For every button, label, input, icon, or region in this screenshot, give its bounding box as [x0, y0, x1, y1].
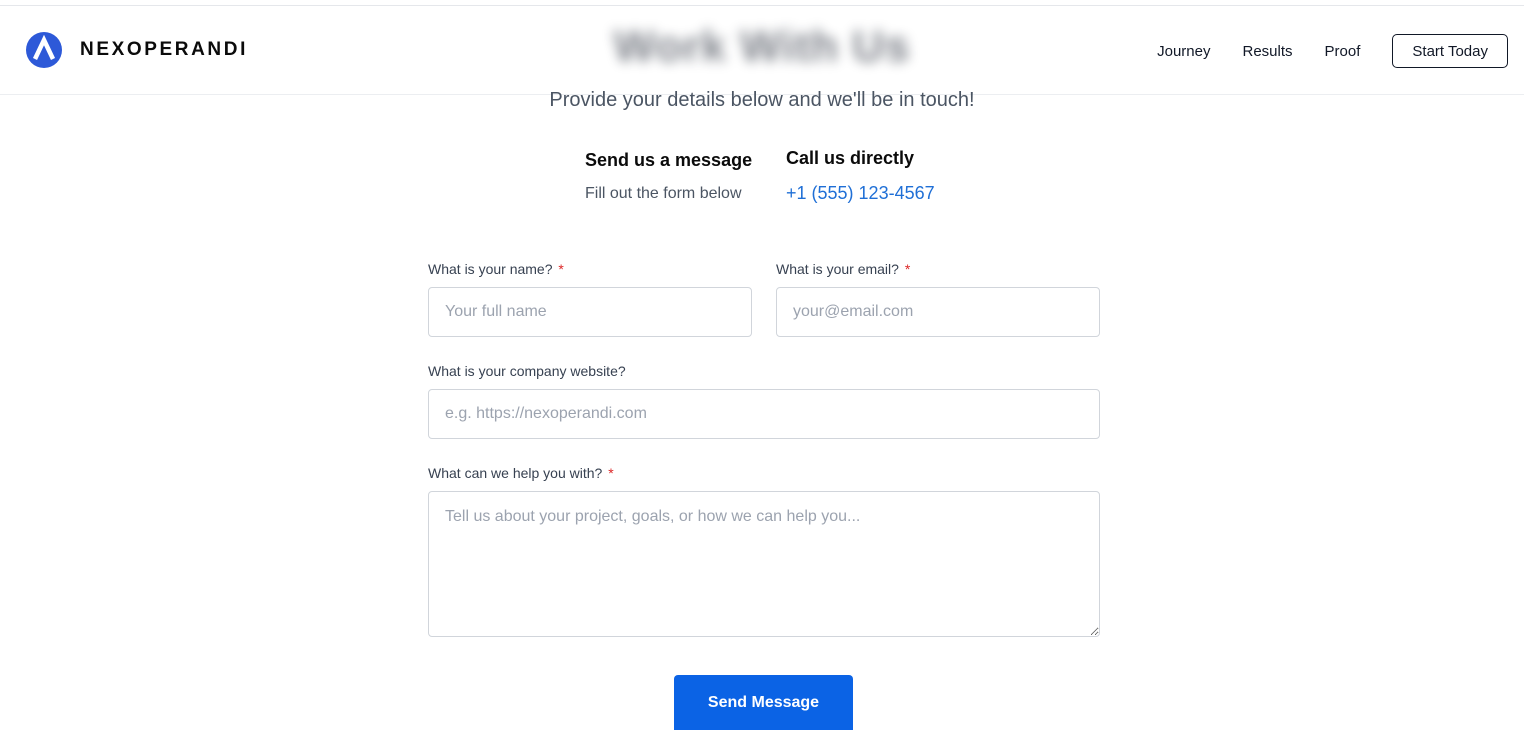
phone-link[interactable]: +1 (555) 123-4567	[786, 183, 956, 204]
site-header: NEXOPERANDI Journey Results Proof Start …	[0, 6, 1524, 95]
message-subtext: Fill out the form below	[585, 185, 742, 202]
website-label: What is your company website?	[428, 363, 626, 379]
required-marker: *	[558, 261, 564, 277]
name-label-text: What is your name?	[428, 261, 553, 277]
name-label: What is your name? *	[428, 261, 564, 277]
help-textarea[interactable]	[428, 491, 1100, 637]
nav-link-results[interactable]: Results	[1243, 43, 1293, 60]
help-label: What can we help you with? *	[428, 465, 614, 481]
call-title: Call us directly	[786, 148, 915, 168]
message-title: Send us a message	[585, 150, 753, 170]
email-label: What is your email? *	[776, 261, 910, 277]
brand-name: NEXOPERANDI	[80, 39, 248, 60]
nexoperandi-logo-icon	[26, 32, 62, 68]
brand[interactable]: NEXOPERANDI	[26, 32, 248, 68]
main-nav: Journey Results Proof Start Today	[1157, 34, 1508, 68]
send-message-button[interactable]: Send Message	[674, 675, 853, 730]
help-label-text: What can we help you with?	[428, 465, 603, 481]
name-input[interactable]	[428, 287, 752, 337]
email-input[interactable]	[776, 287, 1100, 337]
nav-link-journey[interactable]: Journey	[1157, 43, 1210, 60]
page-subtitle: Provide your details below and we'll be …	[549, 89, 975, 111]
call-info: Call us directly +1 (555) 123-4567	[786, 148, 956, 204]
message-info: Send us a message Fill out the form belo…	[585, 150, 755, 203]
email-label-text: What is your email?	[776, 261, 899, 277]
required-marker: *	[904, 261, 911, 277]
nav-link-proof[interactable]: Proof	[1325, 43, 1361, 60]
required-marker: *	[608, 465, 614, 481]
start-today-button[interactable]: Start Today	[1392, 34, 1508, 68]
website-input[interactable]	[428, 389, 1100, 439]
